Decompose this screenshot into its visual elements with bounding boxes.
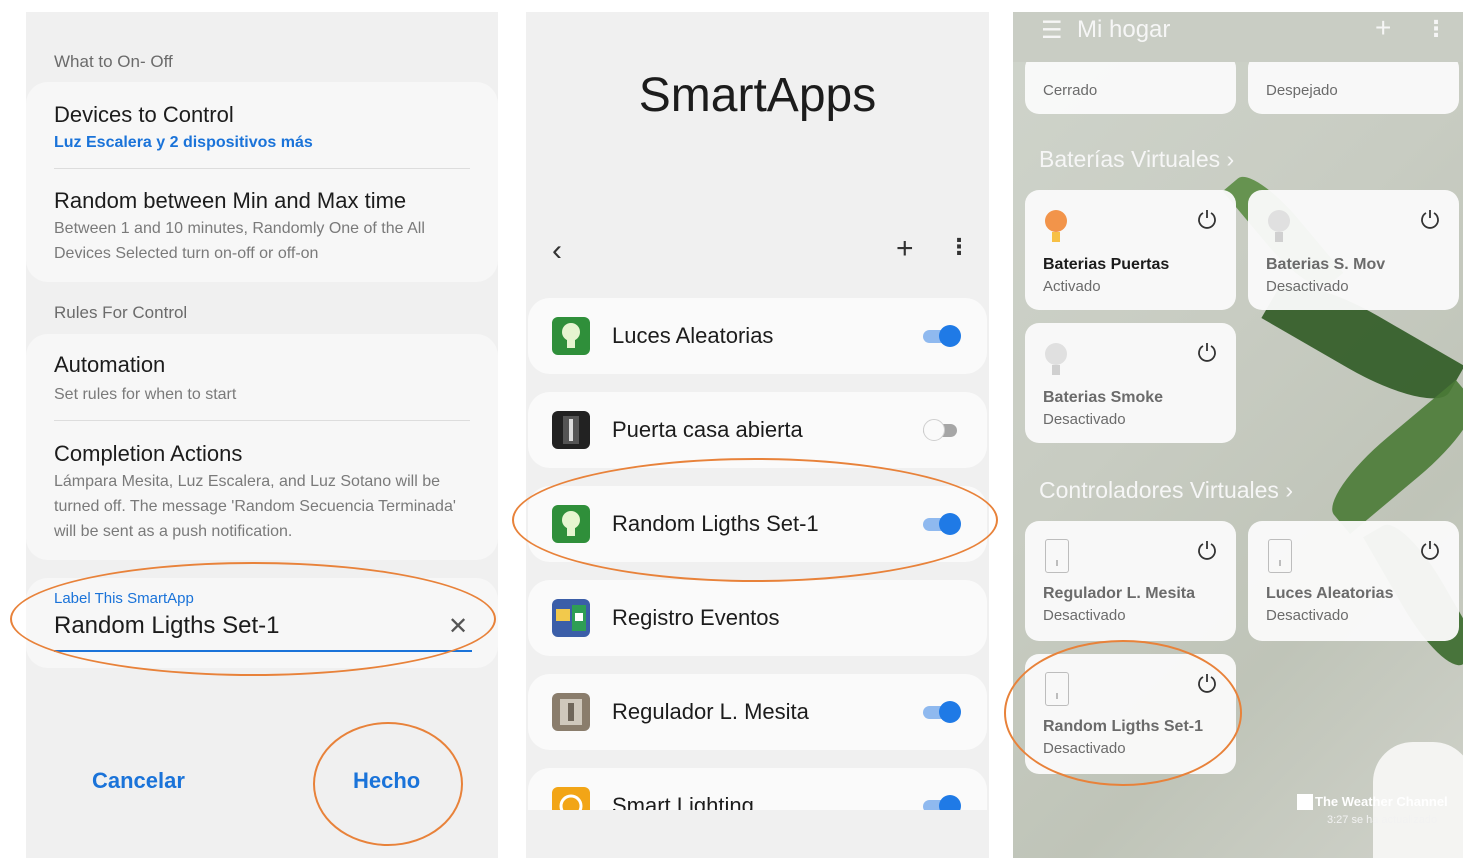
devices-to-control-title[interactable]: Devices to Control [54, 102, 234, 128]
app-row-puerta-casa-abierta[interactable]: Puerta casa abierta [528, 392, 987, 468]
tile-name: Luces Aleatorias [1266, 585, 1394, 602]
page-title: SmartApps [638, 69, 877, 122]
add-icon[interactable]: + [896, 232, 914, 266]
app-name: Registro Eventos [612, 605, 780, 630]
more-options-icon[interactable]: ⋮ [948, 234, 970, 260]
menu-icon[interactable]: ☰ [1041, 16, 1063, 45]
devices-to-control-value[interactable]: Luz Escalera y 2 dispositivos más [54, 134, 313, 152]
app-row-regulador-l-mesita[interactable]: Regulador L. Mesita [528, 674, 987, 750]
section-rules-for-control: Rules For Control [54, 303, 188, 322]
random-time-title[interactable]: Random between Min and Max time [54, 188, 406, 214]
toggle-switch[interactable] [923, 419, 961, 441]
bulb-off-icon [1268, 210, 1290, 242]
tile-name: Baterias Smoke [1043, 389, 1164, 406]
tile-status: Desactivado [1266, 607, 1349, 624]
weather-updated: 3:27 se ha actualizado [1327, 814, 1438, 826]
device-tile[interactable]: Cerrado [1025, 54, 1236, 114]
tile-name: Regulador L. Mesita [1043, 585, 1196, 602]
app-row-registro-eventos[interactable]: Registro Eventos [528, 580, 987, 656]
back-chevron-icon[interactable]: ‹ [552, 234, 562, 268]
divider [54, 168, 470, 169]
weather-logo-icon [1297, 794, 1313, 810]
app-row-luces-aleatorias[interactable]: Luces Aleatorias [528, 298, 987, 374]
app-name: Regulador L. Mesita [612, 699, 809, 724]
rules-card: Automation Set rules for when to start C… [26, 334, 498, 560]
section-controladores-virtuales[interactable]: Controladores Virtuales › [1039, 477, 1293, 504]
switch-icon [1268, 539, 1292, 573]
smartapps-list-panel: SmartApps ‹ + ⋮ Luces Aleatorias Puerta … [526, 12, 989, 858]
weather-brand: The Weather Channel [1315, 794, 1448, 809]
device-tile[interactable]: Despejado [1248, 54, 1459, 114]
completion-actions-title[interactable]: Completion Actions [54, 441, 242, 467]
automation-title[interactable]: Automation [54, 352, 165, 378]
cancel-button[interactable]: Cancelar [92, 768, 185, 794]
home-title[interactable]: Mi hogar [1077, 16, 1170, 44]
tile-status: Desactivado [1043, 607, 1126, 624]
bulb-off-icon [1045, 343, 1067, 375]
tile-status: Desactivado [1043, 411, 1126, 428]
annotation-circle [1004, 640, 1242, 786]
completion-actions-description: Lámpara Mesita, Luz Escalera, and Luz So… [54, 473, 456, 540]
section-what-to-on-off: What to On- Off [54, 52, 173, 71]
switch-icon [1045, 539, 1069, 573]
devices-card: Devices to Control Luz Escalera y 2 disp… [26, 82, 498, 282]
sheets-icon [552, 599, 590, 637]
toggle-switch[interactable] [923, 325, 961, 347]
plant-leaf [1317, 379, 1463, 535]
battery-tile[interactable]: Baterias S. Mov Desactivado [1248, 190, 1459, 310]
app-name: Luces Aleatorias [612, 323, 774, 348]
power-icon[interactable] [1196, 208, 1218, 230]
tile-status: Desactivado [1266, 278, 1349, 295]
more-options-icon[interactable]: ⋮ [1425, 16, 1447, 42]
door-icon [552, 411, 590, 449]
annotation-circle [512, 458, 998, 582]
power-icon[interactable] [1419, 539, 1441, 561]
tile-status: Cerrado [1043, 82, 1098, 99]
automation-description: Set rules for when to start [54, 386, 237, 403]
tile-status: Despejado [1266, 82, 1338, 99]
power-icon[interactable] [1196, 539, 1218, 561]
app-name: Puerta casa abierta [612, 417, 803, 442]
tile-status: Activado [1043, 278, 1101, 295]
divider [54, 420, 470, 421]
toggle-switch[interactable] [923, 701, 961, 723]
dimmer-icon [552, 693, 590, 731]
controller-tile[interactable]: Regulador L. Mesita Desactivado [1025, 521, 1236, 641]
battery-tile[interactable]: Baterias Puertas Activado [1025, 190, 1236, 310]
annotation-circle [10, 562, 496, 676]
bulb-on-icon [1045, 210, 1067, 242]
section-baterias-virtuales[interactable]: Baterías Virtuales › [1039, 146, 1234, 173]
annotation-circle [313, 722, 463, 846]
battery-tile[interactable]: Baterias Smoke Desactivado [1025, 323, 1236, 443]
power-icon[interactable] [1419, 208, 1441, 230]
tile-name: Baterias Puertas [1043, 256, 1170, 273]
bottom-fade [526, 810, 989, 858]
controller-tile[interactable]: Luces Aleatorias Desactivado [1248, 521, 1459, 641]
tile-name: Baterias S. Mov [1266, 256, 1386, 273]
bulb-green-icon [552, 317, 590, 355]
random-time-description: Between 1 and 10 minutes, Randomly One o… [54, 220, 425, 262]
power-icon[interactable] [1196, 341, 1218, 363]
add-icon[interactable]: + [1375, 12, 1391, 44]
